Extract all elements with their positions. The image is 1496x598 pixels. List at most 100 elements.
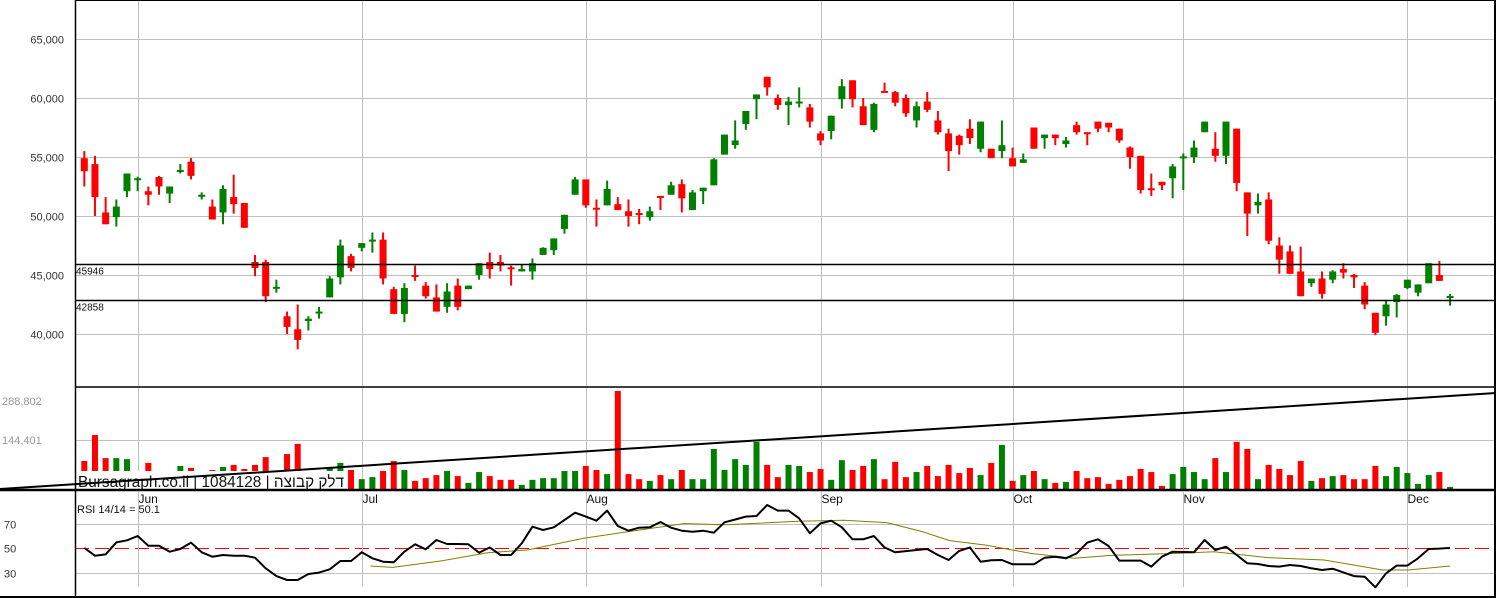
candle-down	[251, 254, 259, 277]
candle-up	[1062, 136, 1070, 148]
candle-down	[208, 199, 216, 220]
volume-bar	[774, 477, 781, 489]
candle-down	[283, 311, 291, 334]
volume-bar	[1297, 461, 1304, 489]
candle-body	[272, 286, 280, 289]
month-label: Oct	[1014, 492, 1033, 506]
candle-down	[1339, 263, 1347, 279]
volume-bar	[1052, 482, 1059, 489]
volume-bar	[1372, 465, 1379, 489]
candle-body	[422, 285, 430, 297]
candle-body	[1233, 128, 1241, 183]
volume-bar	[1148, 472, 1155, 489]
candle-down	[144, 186, 152, 206]
volume-bar	[1169, 474, 1176, 489]
candle-body	[91, 164, 99, 198]
candle-up	[699, 187, 707, 205]
candle-up	[1019, 153, 1027, 163]
candle-body	[1414, 284, 1422, 293]
candle-up	[571, 177, 579, 195]
volume-bar	[390, 461, 397, 489]
candle-body	[1435, 274, 1443, 281]
candle-body	[1243, 192, 1251, 214]
candle-body	[1403, 279, 1411, 288]
candle-down	[432, 284, 440, 312]
candle-body	[753, 94, 761, 100]
candle-body	[1254, 201, 1262, 206]
candle-body	[1275, 245, 1283, 260]
volume-bar	[913, 472, 920, 489]
candle-down	[230, 174, 238, 214]
volume-bar	[476, 472, 483, 489]
candle-body	[486, 262, 494, 270]
candle-body	[240, 203, 248, 228]
volume-bar	[1116, 479, 1123, 489]
candle-down	[1105, 122, 1113, 133]
volume-bar	[1201, 479, 1208, 489]
price-tick-label: 40,000	[30, 330, 64, 342]
candle-down	[347, 253, 355, 272]
volume-bar	[1447, 486, 1454, 489]
candle-body	[1083, 132, 1091, 135]
volume-bar	[561, 471, 568, 489]
volume-bar	[1180, 466, 1187, 489]
candle-down	[624, 199, 632, 227]
candle-body	[1041, 134, 1049, 139]
volume-bar	[625, 474, 632, 489]
volume-bar	[710, 448, 717, 489]
candle-body	[134, 178, 142, 181]
volume-bar	[945, 464, 952, 489]
volume-bar	[966, 467, 973, 489]
candle-down	[454, 278, 462, 311]
chart-frame	[0, 0, 1496, 598]
volume-bar	[892, 461, 899, 489]
volume-bar	[1212, 458, 1219, 489]
volume-tick-label: 288,802	[2, 396, 42, 408]
candle-body	[656, 195, 664, 198]
candle-down	[1265, 192, 1273, 245]
candle-body	[1350, 274, 1358, 278]
volume-bar	[550, 478, 557, 489]
candle-body	[112, 206, 120, 218]
rsi-line	[83, 504, 1451, 589]
candle-up	[304, 316, 312, 331]
candle-down	[1297, 246, 1305, 297]
candle-body	[966, 128, 974, 139]
candle-down	[102, 197, 110, 225]
candle-body	[774, 97, 782, 106]
candle-down	[1073, 121, 1081, 135]
volume-bar	[657, 475, 664, 489]
volume-bar	[529, 479, 536, 489]
candle-body	[827, 115, 835, 132]
price-panel: 45946 42858	[75, 76, 1495, 350]
candle-up	[336, 239, 344, 285]
candle-up	[539, 247, 547, 255]
candle-body	[1318, 278, 1326, 294]
candle-up	[1254, 193, 1262, 214]
volume-bar	[1020, 475, 1027, 489]
candle-up	[134, 176, 142, 192]
candle-body	[1169, 166, 1177, 179]
candle-down	[881, 82, 889, 93]
candle-body	[379, 239, 387, 279]
candle-body	[283, 316, 291, 327]
candle-up	[795, 87, 803, 108]
volume-bar	[1425, 475, 1432, 489]
candle-up	[827, 115, 835, 140]
candle-up	[1403, 279, 1411, 290]
candle-down	[1233, 128, 1241, 192]
candle-body	[1446, 295, 1454, 298]
candle-body	[1019, 159, 1027, 163]
volume-bar	[1351, 479, 1358, 489]
candle-body	[464, 285, 472, 290]
candle-down	[614, 197, 622, 211]
candle-down	[923, 92, 931, 113]
volume-bar	[700, 479, 707, 489]
candle-body	[913, 106, 921, 121]
volume-bar	[1137, 468, 1144, 489]
volume-bar	[1084, 478, 1091, 489]
candle-body	[198, 194, 206, 197]
candle-up	[518, 264, 526, 272]
candle-down	[411, 265, 419, 281]
candle-body	[144, 191, 152, 195]
